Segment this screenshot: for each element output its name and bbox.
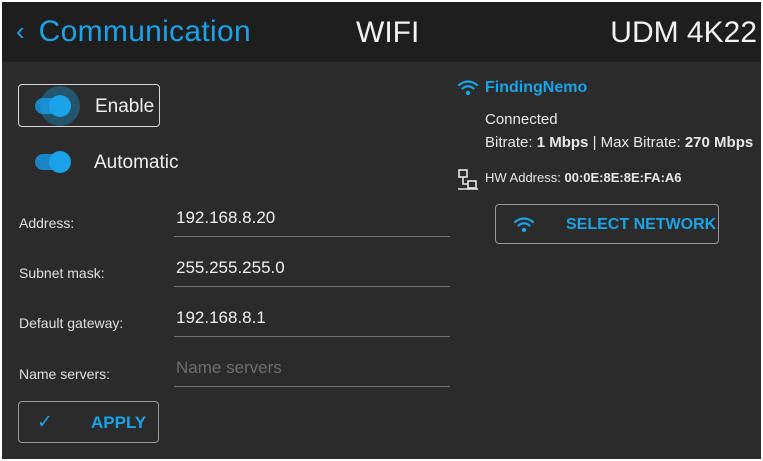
max-bitrate-label: Max Bitrate: [600, 134, 681, 151]
default-gateway-label: Default gateway: [19, 315, 124, 331]
select-network-button[interactable]: SELECT NETWORK [495, 204, 719, 244]
network-adapter-icon [458, 169, 478, 190]
chevron-left-icon: ‹ [16, 15, 25, 46]
default-gateway-value: 192.168.8.1 [176, 308, 266, 327]
bitrate-separator: | [592, 134, 597, 151]
back-label: Communication [38, 15, 251, 48]
page-title: WIFI [356, 16, 420, 49]
bitrate-info: Bitrate: 1 Mbps | Max Bitrate: 270 Mbps [485, 134, 753, 151]
name-servers-field[interactable]: Name servers [174, 355, 450, 387]
enable-switch[interactable] [35, 95, 71, 117]
max-bitrate-value: 270 Mbps [684, 134, 754, 151]
hw-address: HW Address: 00:0E:8E:8E:FA:A6 [485, 170, 682, 185]
default-gateway-field[interactable]: 192.168.8.1 [174, 305, 450, 337]
automatic-label: Automatic [94, 152, 179, 173]
apply-button[interactable]: ✓ APPLY [18, 401, 159, 443]
automatic-switch-knob [49, 151, 71, 173]
header-bar: ‹ Communication WIFI UDM 4K22 [2, 2, 761, 62]
name-servers-placeholder: Name servers [176, 358, 282, 377]
enable-label: Enable [95, 96, 155, 117]
address-label: Address: [19, 215, 75, 231]
check-icon: ✓ [37, 412, 53, 433]
hw-address-value: 00:0E:8E:8E:FA:A6 [564, 170, 682, 185]
device-name: UDM 4K22 [610, 16, 757, 49]
name-servers-label: Name servers: [19, 366, 111, 382]
automatic-switch[interactable] [35, 151, 71, 173]
hw-address-label: HW Address: [485, 170, 561, 185]
enable-switch-knob [49, 95, 71, 117]
subnet-mask-field[interactable]: 255.255.255.0 [174, 255, 450, 287]
network-name: FindingNemo [485, 79, 588, 96]
subnet-mask-value: 255.255.255.0 [176, 258, 285, 277]
bitrate-label: Bitrate: [485, 134, 533, 151]
connection-status: Connected [485, 111, 558, 128]
apply-label: APPLY [91, 413, 147, 432]
wifi-settings-screen: ‹ Communication WIFI UDM 4K22 Enable Aut… [2, 2, 761, 459]
wifi-icon [457, 80, 479, 96]
bitrate-value: 1 Mbps [536, 134, 589, 151]
address-field[interactable]: 192.168.8.20 [174, 205, 450, 237]
enable-toggle-button[interactable]: Enable [18, 84, 160, 127]
back-button[interactable]: ‹ Communication [16, 10, 251, 54]
select-network-label: SELECT NETWORK [566, 216, 717, 233]
wifi-icon [513, 217, 535, 233]
subnet-mask-label: Subnet mask: [19, 265, 105, 281]
address-value: 192.168.8.20 [176, 208, 276, 227]
